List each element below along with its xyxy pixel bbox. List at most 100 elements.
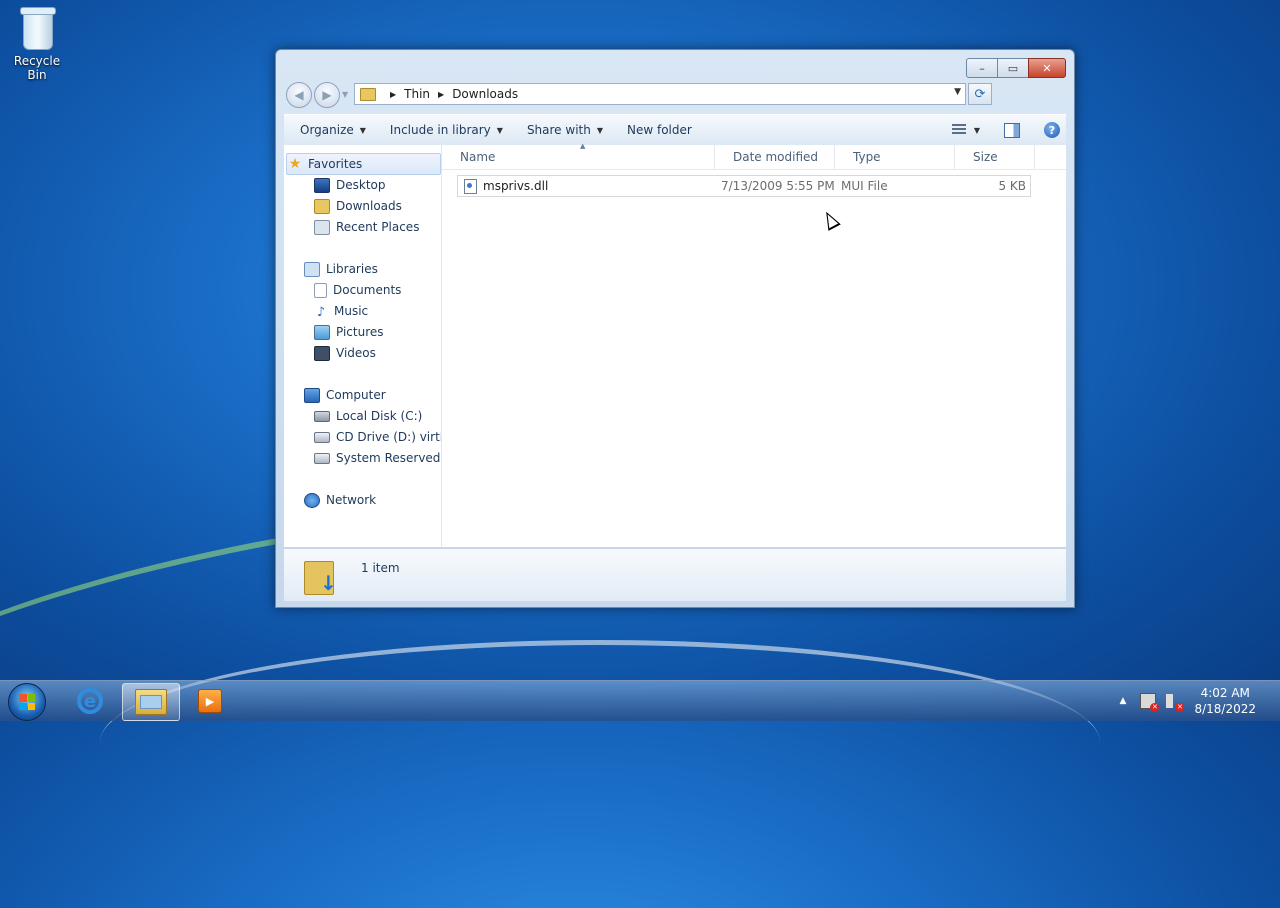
breadcrumb-separator-icon[interactable]: ▶ bbox=[390, 90, 396, 99]
nav-label: CD Drive (D:) virtio-v bbox=[336, 430, 441, 444]
clock[interactable]: 4:02 AM 8/18/2022 bbox=[1194, 685, 1256, 717]
documents-icon bbox=[314, 282, 327, 298]
hard-drive-icon bbox=[314, 410, 330, 422]
organize-button[interactable]: Organize ▼ bbox=[292, 119, 374, 141]
nav-item-recent-places[interactable]: Recent Places bbox=[314, 217, 419, 237]
cd-drive-icon bbox=[314, 431, 330, 443]
column-header-type[interactable]: Type bbox=[835, 145, 955, 169]
include-in-library-button[interactable]: Include in library ▼ bbox=[382, 119, 511, 141]
nav-item-cd-drive[interactable]: CD Drive (D:) virtio-v bbox=[314, 427, 441, 447]
clock-date: 8/18/2022 bbox=[1194, 702, 1256, 716]
nav-item-documents[interactable]: Documents bbox=[314, 280, 401, 300]
nav-item-pictures[interactable]: Pictures bbox=[314, 322, 384, 342]
nav-item-local-disk[interactable]: Local Disk (C:) bbox=[314, 406, 422, 426]
item-count: 1 item bbox=[361, 561, 400, 575]
view-options-icon[interactable] bbox=[951, 124, 966, 136]
new-folder-button[interactable]: New folder bbox=[619, 119, 700, 141]
nav-label: Documents bbox=[333, 283, 402, 297]
wallpaper-swoosh bbox=[100, 640, 1100, 845]
refresh-button[interactable]: ⟳ bbox=[968, 83, 992, 105]
caption-buttons: – ▭ ✕ bbox=[966, 58, 1066, 78]
nav-favorites[interactable]: ★ Favorites bbox=[286, 153, 441, 175]
nav-item-videos[interactable]: Videos bbox=[314, 343, 376, 363]
share-with-button[interactable]: Share with ▼ bbox=[519, 119, 611, 141]
minimize-button[interactable]: – bbox=[966, 58, 998, 78]
share-with-label: Share with bbox=[526, 123, 591, 137]
windows-logo-icon bbox=[19, 694, 35, 710]
preview-pane-button[interactable] bbox=[1004, 122, 1020, 138]
arrow-left-icon: ◀ bbox=[294, 88, 304, 102]
downloads-folder-large-icon: ↓ bbox=[304, 557, 337, 595]
help-button[interactable]: ? bbox=[1044, 122, 1060, 138]
nav-label: Pictures bbox=[336, 325, 384, 339]
nav-label: Recent Places bbox=[336, 220, 420, 234]
navigation-bar: ◀ ▶ ▼ ▶ Thin ▶ Downloads ▼ ⟳ bbox=[284, 82, 1066, 108]
nav-label: Desktop bbox=[336, 178, 386, 192]
breadcrumb-separator-icon[interactable]: ▶ bbox=[438, 90, 444, 99]
file-type: MUI File bbox=[841, 179, 888, 193]
chevron-down-icon: ▼ bbox=[496, 125, 503, 135]
address-dropdown-icon[interactable]: ▼ bbox=[954, 87, 961, 97]
action-center-icon[interactable] bbox=[1140, 693, 1160, 712]
nav-label: System Reserved (E:) bbox=[336, 451, 441, 465]
recycle-bin-icon bbox=[19, 6, 56, 50]
desktop-icon bbox=[314, 177, 330, 193]
media-player-icon: ▶ bbox=[198, 689, 222, 713]
nav-computer[interactable]: Computer bbox=[304, 385, 386, 405]
explorer-window: – ▭ ✕ ◀ ▶ ▼ ▶ Thin ▶ Downloads ▼ ⟳ Organ… bbox=[275, 49, 1075, 608]
start-button[interactable] bbox=[8, 683, 46, 721]
column-header-name[interactable]: Name bbox=[442, 145, 715, 169]
file-size: 5 KB bbox=[998, 179, 1026, 193]
arrow-right-icon: ▶ bbox=[322, 88, 332, 102]
address-bar[interactable]: ▶ Thin ▶ Downloads ▼ bbox=[354, 83, 966, 105]
recent-places-icon bbox=[314, 219, 330, 235]
view-options-dropdown-icon[interactable]: ▼ bbox=[974, 126, 980, 135]
column-headers: ▲ Name Date modified Type Size bbox=[442, 142, 1066, 170]
show-hidden-icons-button[interactable]: ▲ bbox=[1120, 696, 1127, 706]
nav-item-system-reserved[interactable]: System Reserved (E:) bbox=[314, 448, 441, 468]
recent-pages-dropdown[interactable]: ▼ bbox=[342, 90, 348, 99]
column-header-date-modified[interactable]: Date modified bbox=[715, 145, 835, 169]
nav-label: Favorites bbox=[308, 157, 363, 171]
taskbar-internet-explorer[interactable]: e bbox=[62, 683, 118, 719]
star-icon: ★ bbox=[288, 156, 302, 172]
taskbar-media-player[interactable]: ▶ bbox=[182, 683, 238, 719]
speaker-muted-icon[interactable] bbox=[1166, 694, 1185, 712]
file-name: msprivs.dll bbox=[483, 179, 549, 193]
desktop-icon-recycle-bin[interactable]: Recycle Bin bbox=[4, 6, 70, 82]
network-icon bbox=[304, 492, 320, 508]
clock-time: 4:02 AM bbox=[1200, 686, 1250, 700]
drive-icon bbox=[314, 452, 330, 464]
taskbar-windows-explorer[interactable] bbox=[122, 683, 180, 721]
back-button[interactable]: ◀ bbox=[286, 82, 312, 108]
organize-label: Organize bbox=[300, 123, 354, 137]
nav-libraries[interactable]: Libraries bbox=[304, 259, 378, 279]
breadcrumb-downloads[interactable]: Downloads bbox=[452, 87, 518, 101]
close-button[interactable]: ✕ bbox=[1028, 58, 1066, 78]
chevron-down-icon: ▼ bbox=[596, 125, 603, 135]
nav-label: Music bbox=[334, 304, 369, 318]
maximize-button[interactable]: ▭ bbox=[997, 58, 1029, 78]
file-row[interactable]: msprivs.dll 7/13/2009 5:55 PM MUI File 5… bbox=[457, 175, 1031, 197]
pictures-icon bbox=[314, 324, 330, 340]
windows-explorer-icon bbox=[135, 689, 167, 715]
videos-icon bbox=[314, 345, 330, 361]
computer-icon bbox=[304, 387, 320, 403]
command-bar: Organize ▼ Include in library ▼ Share with… bbox=[284, 114, 1066, 146]
include-in-library-label: Include in library bbox=[389, 123, 491, 137]
nav-item-desktop[interactable]: Desktop bbox=[314, 175, 386, 195]
nav-item-music[interactable]: ♪ Music bbox=[314, 301, 368, 321]
music-icon: ♪ bbox=[316, 304, 326, 320]
nav-label: Local Disk (C:) bbox=[336, 409, 423, 423]
nav-network[interactable]: Network bbox=[304, 490, 376, 510]
column-header-size[interactable]: Size bbox=[955, 145, 1035, 169]
navigation-pane: ★ Favorites Desktop Downloads Recent Pla… bbox=[284, 145, 442, 547]
nav-label: Computer bbox=[326, 388, 386, 402]
folder-icon bbox=[360, 87, 376, 101]
dll-file-icon bbox=[464, 178, 477, 194]
desktop-icon-label: Recycle Bin bbox=[13, 54, 61, 82]
breadcrumb-thin[interactable]: Thin bbox=[404, 87, 430, 101]
forward-button[interactable]: ▶ bbox=[314, 82, 340, 108]
taskbar: e ▶ ▲ 4:02 AM 8/18/2022 bbox=[0, 680, 1280, 721]
nav-item-downloads[interactable]: Downloads bbox=[314, 196, 402, 216]
